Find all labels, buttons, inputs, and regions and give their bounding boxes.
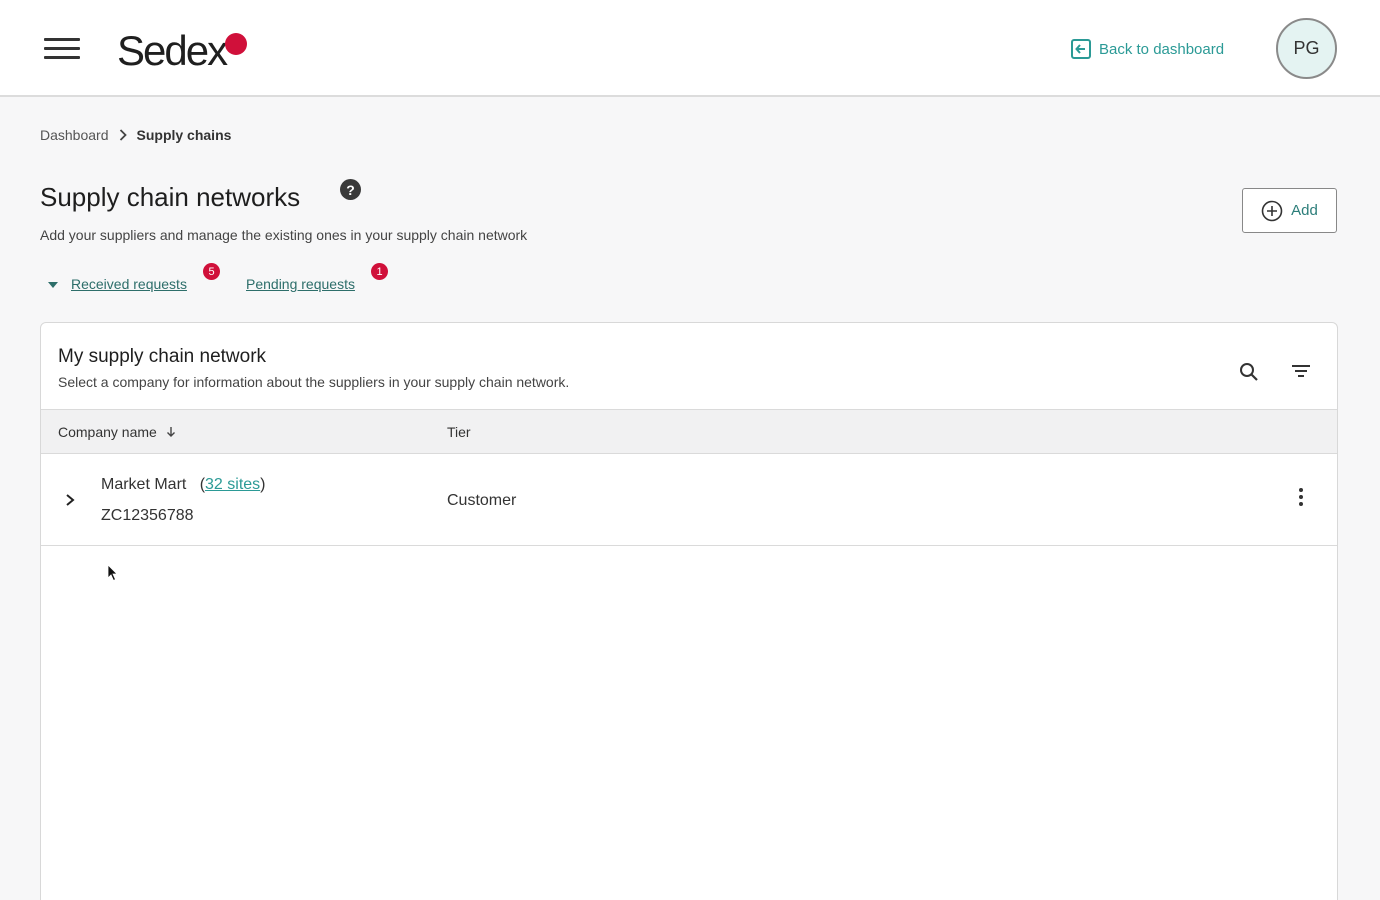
sites-paren: (	[190, 476, 206, 493]
breadcrumb: Dashboard Supply chains	[40, 127, 231, 143]
breadcrumb-supply-chains: Supply chains	[136, 127, 232, 143]
column-company-name-label: Company name	[58, 424, 157, 440]
sedex-logo[interactable]: Sedex	[117, 27, 247, 74]
pending-requests-badge: 1	[371, 263, 388, 280]
supply-chain-network-card: My supply chain network Select a company…	[40, 322, 1338, 900]
more-options-icon[interactable]	[1291, 488, 1311, 512]
pending-requests-link[interactable]: Pending requests	[246, 276, 355, 292]
table-row[interactable]: Market Mart (32 sites) ZC12356788 Custom…	[41, 454, 1337, 546]
add-button[interactable]: Add	[1242, 188, 1337, 233]
company-name-cell: Market Mart (32 sites)	[101, 476, 265, 494]
help-icon[interactable]: ?	[340, 179, 361, 200]
caret-down-icon	[48, 282, 58, 288]
logo-mark-icon	[225, 33, 247, 55]
back-to-dashboard-label: Back to dashboard	[1099, 40, 1225, 58]
chevron-right-icon[interactable]	[63, 490, 77, 510]
mouse-cursor-icon	[107, 564, 118, 582]
menu-icon[interactable]	[44, 38, 80, 64]
company-id: ZC12356788	[101, 507, 194, 524]
logo-text: Sedex	[117, 27, 228, 74]
avatar-initials: PG	[1293, 38, 1320, 58]
filter-icon[interactable]	[1290, 361, 1316, 387]
chevron-right-icon	[119, 129, 127, 141]
breadcrumb-dashboard[interactable]: Dashboard	[40, 127, 109, 143]
card-title: My supply chain network	[58, 346, 267, 367]
card-subtitle: Select a company for information about t…	[58, 374, 570, 390]
page-title: Supply chain networks	[40, 182, 301, 212]
sites-link[interactable]: 32 sites	[205, 476, 260, 493]
received-requests-badge: 5	[203, 263, 220, 280]
tier-value: Customer	[447, 492, 517, 509]
received-requests-link[interactable]: Received requests	[71, 276, 187, 292]
table-header: Company name Tier	[41, 409, 1337, 454]
plus-circle-icon	[1261, 200, 1283, 221]
search-icon[interactable]	[1238, 361, 1264, 387]
sites-paren-close: )	[260, 476, 266, 493]
exit-icon	[1071, 39, 1091, 59]
user-avatar[interactable]: PG	[1276, 18, 1337, 79]
back-to-dashboard-link[interactable]: Back to dashboard	[1070, 38, 1224, 60]
column-tier[interactable]: Tier	[447, 424, 471, 440]
add-button-label: Add	[1291, 202, 1318, 219]
column-company-name[interactable]: Company name	[58, 424, 177, 440]
page-subtitle: Add your suppliers and manage the existi…	[40, 227, 528, 243]
arrow-down-icon	[166, 427, 175, 437]
company-name: Market Mart	[101, 476, 187, 493]
top-bar: Sedex Back to dashboard PG	[0, 0, 1380, 97]
